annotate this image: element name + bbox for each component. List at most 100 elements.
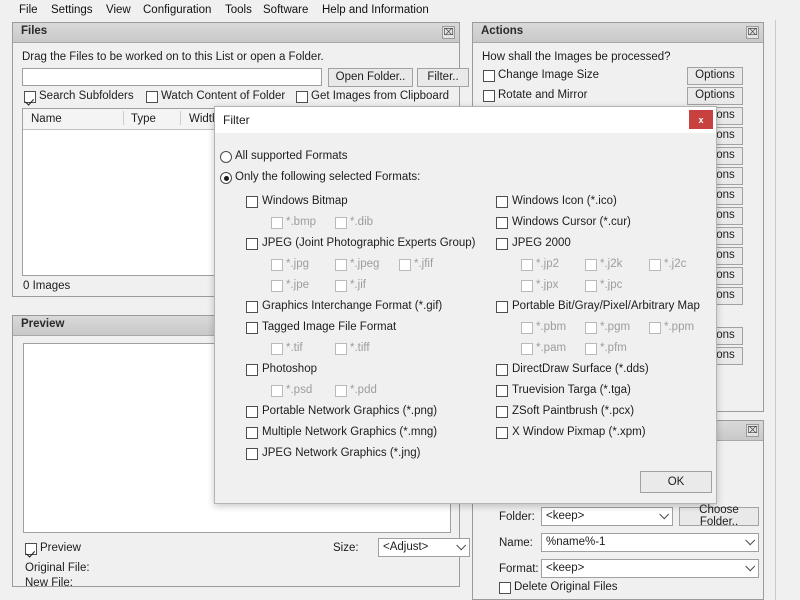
- format-extension-checkbox[interactable]: [335, 217, 347, 229]
- format-extension-label: *.j2k: [600, 258, 623, 270]
- files-hint-label: Drag the Files to be worked on to this L…: [22, 51, 324, 63]
- format-extension-checkbox[interactable]: [335, 343, 347, 355]
- rotate-mirror-options-button[interactable]: Options: [687, 87, 743, 105]
- format-extension-checkbox[interactable]: [521, 259, 533, 271]
- format-extension-label: *.jpx: [536, 279, 559, 291]
- menu-item-settings[interactable]: Settings: [46, 2, 98, 18]
- delete-original-label: Delete Original Files: [514, 581, 618, 593]
- menu-item-software[interactable]: Software: [258, 2, 313, 18]
- format-extension-label: *.jfif: [414, 258, 434, 270]
- format-extension-checkbox[interactable]: [649, 322, 661, 334]
- format-checkbox[interactable]: [496, 385, 508, 397]
- ok-button-label: OK: [667, 476, 685, 488]
- format-extension-label: *.dib: [350, 216, 374, 228]
- search-subfolders-label: Search Subfolders: [39, 90, 134, 102]
- format-extension-checkbox[interactable]: [585, 259, 597, 271]
- format-extension-checkbox[interactable]: [271, 385, 283, 397]
- format-checkbox[interactable]: [246, 406, 258, 418]
- format-label: JPEG (Joint Photographic Experts Group): [262, 237, 476, 249]
- format-checkbox[interactable]: [246, 448, 258, 460]
- menu-item-view[interactable]: View: [101, 2, 136, 18]
- menu-item-file[interactable]: File: [14, 2, 43, 18]
- all-formats-radio[interactable]: [220, 151, 232, 163]
- format-extension-checkbox[interactable]: [335, 280, 347, 292]
- format-extension-label: *.bmp: [286, 216, 317, 228]
- format-checkbox[interactable]: [246, 427, 258, 439]
- preview-checkbox-label: Preview: [40, 542, 81, 554]
- search-subfolders-checkbox[interactable]: [24, 91, 36, 103]
- format-extension-checkbox[interactable]: [585, 322, 597, 334]
- format-checkbox[interactable]: [496, 217, 508, 229]
- format-checkbox[interactable]: [246, 238, 258, 250]
- format-extension-checkbox[interactable]: [585, 280, 597, 292]
- format-extension-label: *.j2c: [664, 258, 687, 270]
- menu-item-help-and-information[interactable]: Help and Information: [317, 2, 434, 18]
- preview-checkbox[interactable]: [25, 543, 37, 555]
- format-extension-label: *.jif: [350, 279, 366, 291]
- clipboard-images-checkbox[interactable]: [296, 91, 308, 103]
- delete-original-checkbox[interactable]: [499, 582, 511, 594]
- format-extension-checkbox[interactable]: [521, 343, 533, 355]
- files-panel-close-icon[interactable]: ⌧: [442, 26, 455, 39]
- format-extension-checkbox[interactable]: [271, 217, 283, 229]
- format-extension-checkbox[interactable]: [521, 322, 533, 334]
- chevron-down-icon: [746, 539, 753, 543]
- format-checkbox[interactable]: [496, 301, 508, 313]
- output-panel-close-icon[interactable]: ⌧: [746, 424, 759, 437]
- files-path-input[interactable]: [22, 68, 322, 86]
- format-checkbox[interactable]: [496, 238, 508, 250]
- format-label: Multiple Network Graphics (*.mng): [262, 426, 438, 438]
- format-extension-checkbox[interactable]: [271, 280, 283, 292]
- folder-select[interactable]: <keep>: [541, 507, 673, 526]
- format-extension-checkbox[interactable]: [521, 280, 533, 292]
- name-select[interactable]: %name%-1: [541, 533, 759, 552]
- format-select-value: <keep>: [546, 562, 585, 574]
- format-extension-checkbox[interactable]: [271, 343, 283, 355]
- format-extension-checkbox[interactable]: [399, 259, 411, 271]
- size-select[interactable]: <Adjust>: [378, 538, 470, 557]
- watch-folder-checkbox[interactable]: [146, 91, 158, 103]
- format-extension-checkbox[interactable]: [335, 385, 347, 397]
- column-header-name[interactable]: Name: [31, 113, 62, 125]
- filter-button[interactable]: Filter..: [417, 68, 469, 87]
- format-extension-checkbox[interactable]: [585, 343, 597, 355]
- format-extension-label: *.ppm: [664, 321, 695, 333]
- open-folder-button[interactable]: Open Folder..: [328, 68, 413, 87]
- change-image-size-options-button[interactable]: Options: [687, 67, 743, 85]
- files-panel-titlebar: Files ⌧: [13, 23, 459, 43]
- format-checkbox[interactable]: [496, 427, 508, 439]
- only-selected-formats-label: Only the following selected Formats:: [235, 171, 421, 183]
- format-extension-label: *.jp2: [536, 258, 560, 270]
- format-checkbox[interactable]: [246, 322, 258, 334]
- format-checkbox[interactable]: [496, 364, 508, 376]
- name-select-value: %name%-1: [546, 536, 606, 548]
- menu-item-configuration[interactable]: Configuration: [138, 2, 216, 18]
- format-extension-checkbox[interactable]: [649, 259, 661, 271]
- format-select[interactable]: <keep>: [541, 559, 759, 578]
- format-checkbox[interactable]: [246, 364, 258, 376]
- format-checkbox[interactable]: [246, 196, 258, 208]
- choose-folder-button[interactable]: Choose Folder..: [679, 504, 759, 527]
- all-formats-label: All supported Formats: [235, 150, 348, 162]
- format-checkbox[interactable]: [496, 406, 508, 418]
- format-checkbox[interactable]: [246, 301, 258, 313]
- only-selected-formats-radio[interactable]: [220, 172, 232, 184]
- format-extension-checkbox[interactable]: [271, 259, 283, 271]
- ok-button[interactable]: OK: [640, 471, 712, 493]
- rotate-mirror-checkbox[interactable]: [483, 90, 495, 102]
- options-button-label: Options: [695, 69, 735, 82]
- actions-panel-close-icon[interactable]: ⌧: [746, 26, 759, 39]
- close-icon[interactable]: x: [689, 110, 713, 129]
- menu-item-tools[interactable]: Tools: [220, 2, 257, 18]
- menu-bar: File Settings View Configuration Tools Softwa…: [0, 0, 800, 20]
- format-label: Windows Bitmap: [262, 195, 348, 207]
- format-extension-checkbox[interactable]: [335, 259, 347, 271]
- size-label: Size:: [333, 542, 359, 554]
- change-image-size-checkbox[interactable]: [483, 70, 495, 82]
- column-header-type[interactable]: Type: [131, 113, 156, 125]
- folder-select-value: <keep>: [546, 510, 585, 522]
- format-label: Graphics Interchange Format (*.gif): [262, 300, 443, 312]
- format-extension-label: *.pam: [536, 342, 567, 354]
- format-checkbox[interactable]: [496, 196, 508, 208]
- app-window: File Settings View Configuration Tools Softwa…: [0, 0, 800, 600]
